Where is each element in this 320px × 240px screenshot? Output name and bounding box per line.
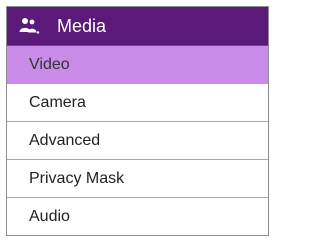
media-menu-list: Video Camera Advanced Privacy Mask Audio	[7, 45, 268, 235]
menu-item-camera[interactable]: Camera	[7, 83, 268, 121]
users-icon	[19, 17, 41, 35]
media-menu-panel: Media Video Camera Advanced Privacy Mask…	[6, 6, 269, 236]
menu-item-video[interactable]: Video	[7, 45, 268, 83]
menu-item-audio[interactable]: Audio	[7, 197, 268, 235]
menu-item-privacy-mask[interactable]: Privacy Mask	[7, 159, 268, 197]
menu-item-advanced[interactable]: Advanced	[7, 121, 268, 159]
media-menu-header[interactable]: Media	[7, 7, 268, 45]
media-menu-title: Media	[57, 15, 107, 36]
